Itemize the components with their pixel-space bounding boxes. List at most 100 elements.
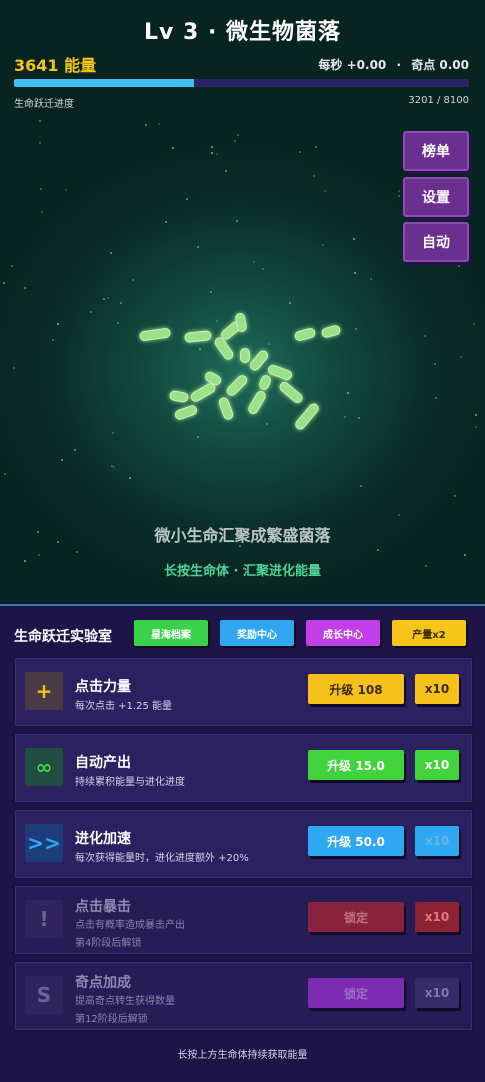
star-particle (234, 140, 236, 142)
upgrade-panel: 生命跃迁实验室 星海档案 奖励中心 成长中心 产量x2 + 点击力量 每次点击 … (0, 604, 485, 1082)
star-particle (398, 514, 400, 516)
star-particle (458, 265, 460, 267)
tab-output-x2[interactable]: 产量x2 (392, 620, 466, 646)
star-particle (158, 123, 160, 125)
exclamation-icon: ! (25, 900, 63, 938)
star-particle (454, 495, 456, 497)
star-particle (132, 279, 134, 281)
star-particle (38, 554, 40, 556)
star-particle (475, 414, 477, 416)
tab-reward-center[interactable]: 奖励中心 (220, 620, 294, 646)
upgrade-description: 每次获得能量时，进化进度额外 +20% (75, 853, 249, 864)
star-particle (13, 367, 15, 369)
scene-instruction: 长按生命体 · 汇聚进化能量 (164, 564, 321, 579)
star-particle (353, 238, 355, 240)
star-particle (129, 477, 131, 479)
upgrade-x10-button[interactable]: x10 (415, 826, 459, 856)
upgrade-x10-button[interactable]: x10 (415, 674, 459, 704)
bacterium[interactable] (240, 348, 250, 363)
bacterium[interactable] (321, 325, 341, 338)
star-particle (39, 120, 41, 122)
upgrade-x10-button[interactable]: x10 (415, 902, 459, 932)
star-particle (111, 465, 113, 467)
rate-display: 每秒 +0.00 · 奇点 0.00 (318, 56, 469, 73)
leaderboard-button[interactable]: 榜单 (403, 131, 469, 171)
upgrade-description: 持续累积能量与进化进度 (75, 777, 185, 788)
star-particle (165, 221, 167, 223)
plus-icon: + (25, 672, 63, 710)
star-particle (398, 190, 400, 192)
progress-fill (14, 79, 194, 87)
star-particle (103, 298, 105, 300)
upgrade-description: 点击有概率造成暴击产出 (75, 920, 185, 931)
bacterium[interactable] (169, 390, 189, 403)
star-particle (424, 335, 426, 337)
bacterium[interactable] (267, 364, 293, 381)
bacterium[interactable] (204, 371, 222, 387)
bacterium[interactable] (174, 405, 198, 421)
bacterium[interactable] (248, 349, 269, 372)
star-particle (211, 152, 213, 154)
scene-hint: 微小生命汇聚成繁盛菌落 (154, 526, 331, 545)
star-particle (57, 323, 59, 325)
auto-button[interactable]: 自动 (403, 222, 469, 262)
star-particle (145, 124, 147, 126)
bacterium[interactable] (294, 328, 316, 342)
upgrade-button[interactable]: 锁定 (308, 902, 404, 932)
tab-growth-center[interactable]: 成长中心 (306, 620, 380, 646)
star-particle (76, 551, 78, 553)
bacterium[interactable] (225, 374, 248, 397)
footer-hint: 长按上方生命体持续获取能量 (177, 1050, 308, 1061)
star-particle (4, 473, 6, 475)
tab-star-archive[interactable]: 星海档案 (134, 620, 208, 646)
star-particle (253, 261, 255, 263)
bacterium[interactable] (213, 336, 234, 361)
upgrade-card: ∞ 自动产出 持续累积能量与进化进度 升级 15.0 x10 (13, 732, 474, 804)
star-particle (107, 297, 109, 299)
upgrade-x10-button[interactable]: x10 (415, 978, 459, 1008)
microbe-colony[interactable] (130, 296, 360, 446)
bacterium[interactable] (247, 390, 267, 415)
progress-count: 3201 / 8100 (408, 95, 469, 106)
star-particle (475, 426, 477, 428)
upgrade-button[interactable]: 升级 15.0 (308, 750, 404, 780)
upgrade-card: ! 点击暴击 点击有概率造成暴击产出 第4阶段后解锁 锁定 x10 (13, 884, 474, 956)
settings-button[interactable]: 设置 (403, 177, 469, 217)
star-particle (324, 190, 326, 192)
star-particle (61, 459, 63, 461)
star-particle (225, 170, 227, 172)
bacterium[interactable] (139, 328, 171, 341)
bacterium[interactable] (218, 397, 234, 421)
game-scene: Lv 3 · 微生物菌落 3641 能量 每秒 +0.00 · 奇点 0.00 … (0, 0, 485, 604)
bacterium[interactable] (258, 374, 271, 390)
bacterium[interactable] (278, 381, 304, 405)
star-particle (435, 397, 437, 399)
upgrade-button[interactable]: 锁定 (308, 978, 404, 1008)
upgrade-card: + 点击力量 每次点击 +1.25 能量 升级 108 x10 (13, 656, 474, 728)
star-particle (172, 147, 174, 149)
star-particle (74, 449, 76, 451)
star-particle (236, 220, 238, 222)
upgrade-card: S 奇点加成 提高奇点转生获得数量 第12阶段后解锁 锁定 x10 (13, 960, 474, 1032)
upgrade-button[interactable]: 升级 50.0 (308, 826, 404, 856)
star-particle (24, 287, 26, 289)
bacterium[interactable] (294, 402, 320, 431)
star-particle (360, 485, 362, 487)
star-particle (370, 278, 372, 280)
upgrade-x10-button[interactable]: x10 (415, 750, 459, 780)
bacterium[interactable] (184, 330, 212, 343)
star-particle (434, 363, 436, 365)
star-particle (210, 291, 212, 293)
bacterium[interactable] (189, 382, 216, 403)
unlock-condition: 第12阶段后解锁 (75, 1014, 148, 1025)
star-particle (377, 549, 379, 551)
star-particle (322, 244, 324, 246)
panel-title: 生命跃迁实验室 (14, 629, 112, 645)
star-particle (113, 466, 115, 468)
upgrade-name: 自动产出 (75, 755, 131, 771)
upgrade-button[interactable]: 升级 108 (308, 674, 404, 704)
star-particle (315, 146, 317, 148)
star-particle (299, 151, 301, 153)
star-particle (90, 311, 92, 313)
star-particle (39, 142, 41, 144)
